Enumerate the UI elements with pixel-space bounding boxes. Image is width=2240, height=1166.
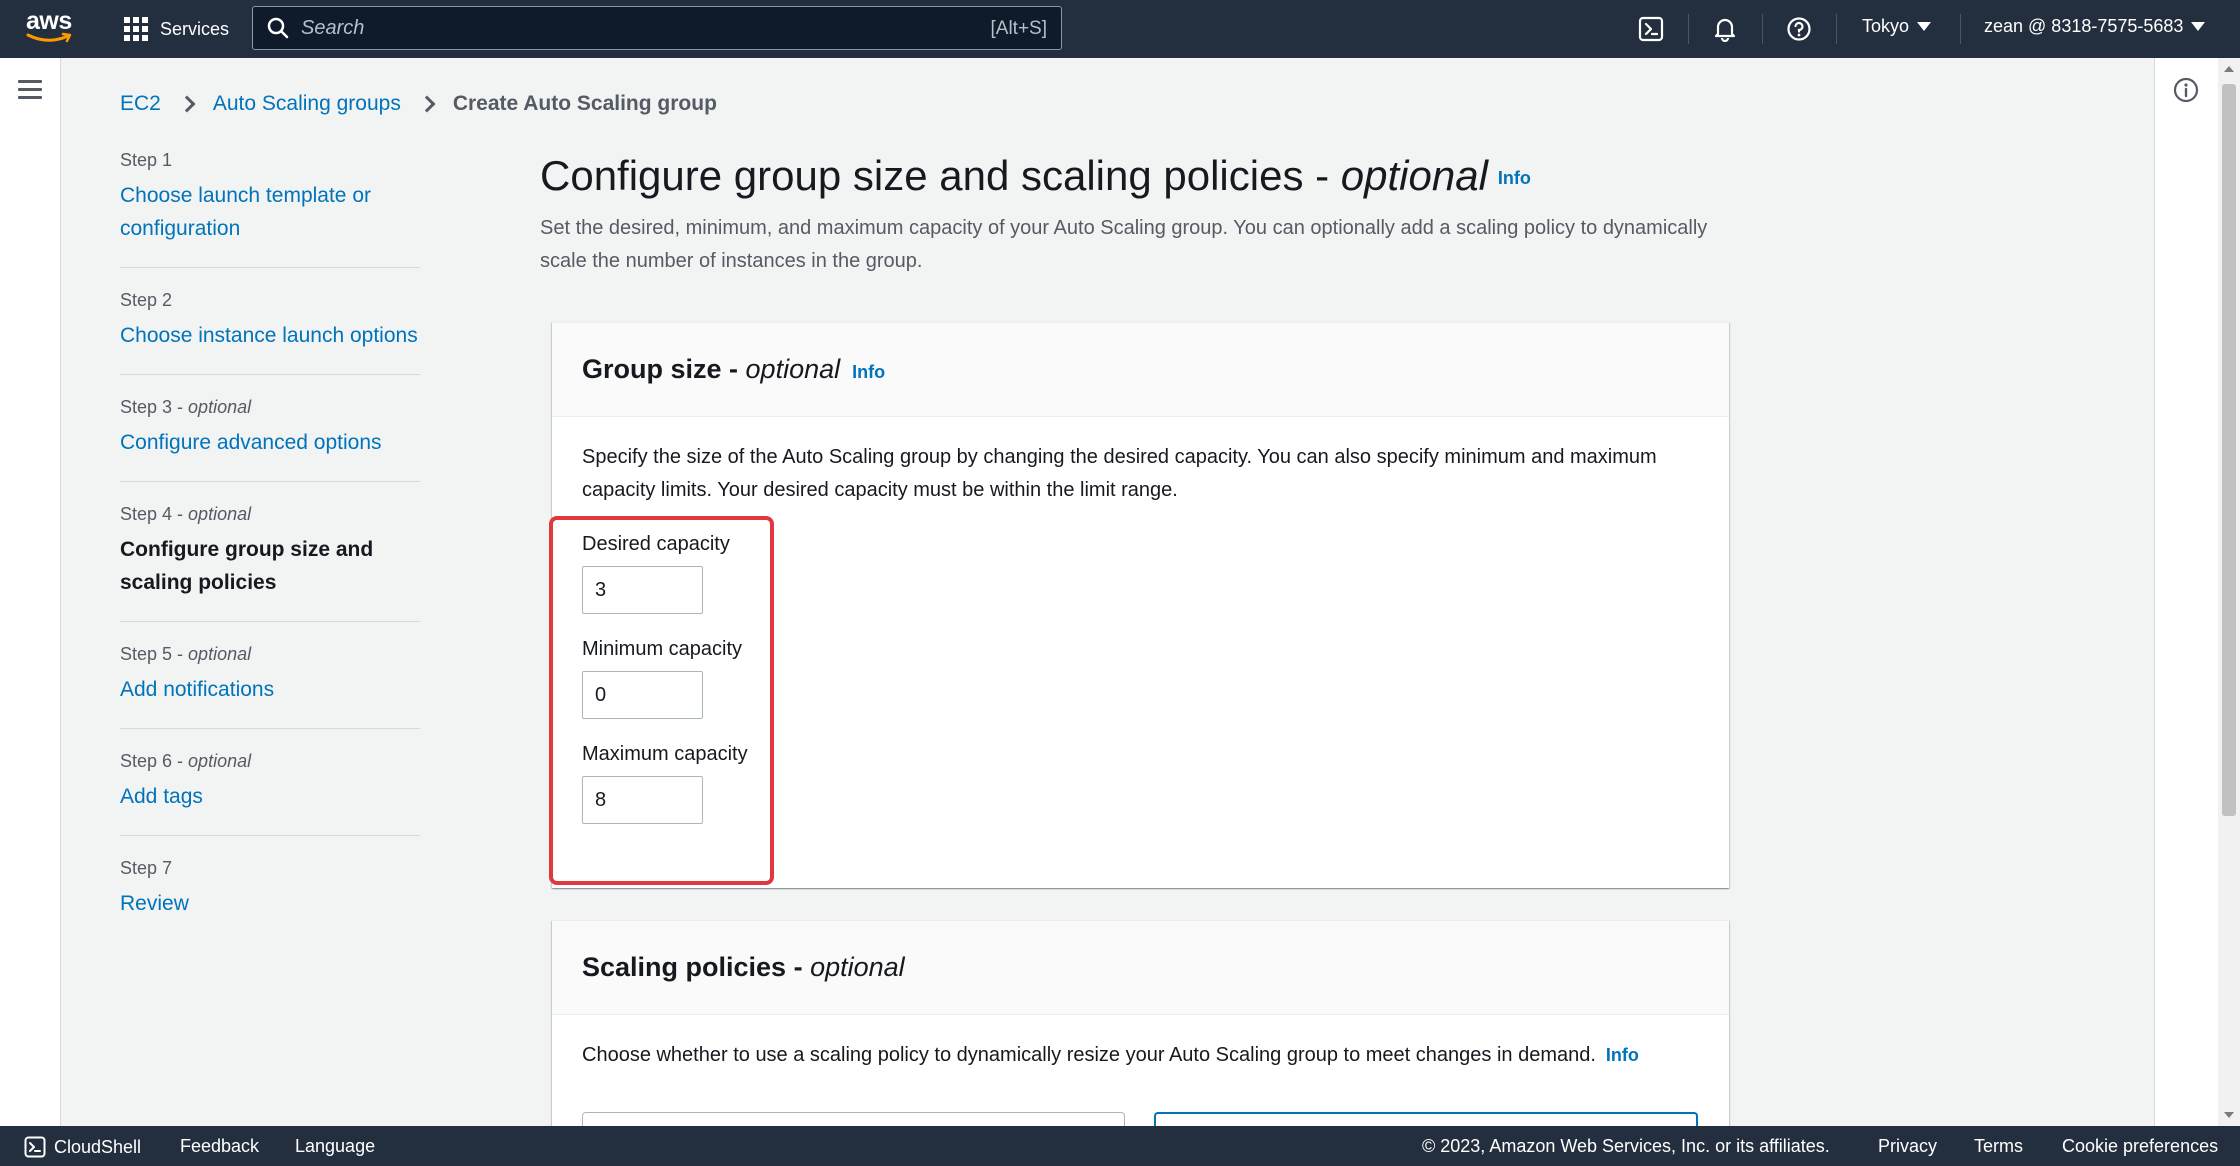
step-2: Step 2 Choose instance launch options bbox=[120, 290, 420, 375]
footer-feedback[interactable]: Feedback bbox=[180, 1136, 259, 1157]
footer-language[interactable]: Language bbox=[295, 1136, 375, 1157]
region-selector[interactable]: Tokyo bbox=[1862, 16, 1932, 37]
scaling-policies-header: Scaling policies - optional bbox=[552, 921, 1729, 1015]
page-title: Configure group size and scaling policie… bbox=[540, 152, 1531, 199]
scroll-up-icon[interactable] bbox=[2224, 66, 2234, 72]
scaling-option-tile[interactable] bbox=[582, 1112, 1125, 1126]
search-shortcut-hint: [Alt+S] bbox=[990, 18, 1048, 39]
step-number: Step 4 - optional bbox=[120, 504, 252, 524]
group-size-header: Group size - optional Info bbox=[552, 323, 1729, 417]
step-link-advanced-options[interactable]: Configure advanced options bbox=[120, 426, 420, 459]
footer: CloudShell Feedback Language © 2023, Ama… bbox=[0, 1126, 2240, 1166]
caret-down-icon bbox=[1917, 22, 1932, 31]
minimum-capacity-field: Minimum capacity bbox=[582, 638, 1699, 719]
search-bar[interactable]: [Alt+S] bbox=[252, 6, 1062, 50]
right-rail bbox=[2154, 58, 2218, 1126]
services-label: Services bbox=[160, 18, 230, 39]
footer-cookie-preferences[interactable]: Cookie preferences bbox=[2062, 1136, 2218, 1157]
terminal-icon bbox=[1638, 16, 1664, 42]
region-label: Tokyo bbox=[1862, 16, 1910, 36]
desired-capacity-field: Desired capacity bbox=[582, 533, 1699, 614]
chevron-right-icon bbox=[418, 95, 436, 113]
step-number: Step 2 bbox=[120, 290, 173, 310]
footer-privacy[interactable]: Privacy bbox=[1878, 1136, 1937, 1157]
step-4: Step 4 - optional Configure group size a… bbox=[120, 504, 420, 622]
page-info-link[interactable]: Info bbox=[1498, 168, 1531, 188]
page-scrollbar[interactable] bbox=[2218, 58, 2240, 1126]
group-size-description: Specify the size of the Auto Scaling gro… bbox=[582, 446, 1657, 501]
step-link-tags[interactable]: Add tags bbox=[120, 780, 420, 813]
left-rail bbox=[0, 58, 61, 1126]
step-link-review[interactable]: Review bbox=[120, 887, 420, 920]
account-label: zean @ 8318-7575-5683 bbox=[1984, 16, 2184, 36]
group-size-title: Group size - optional bbox=[582, 354, 841, 384]
step-number: Step 7 bbox=[120, 858, 173, 878]
top-navigation: aws Services [Alt+S] bbox=[0, 0, 2240, 58]
step-number: Step 3 - optional bbox=[120, 397, 252, 417]
breadcrumb-ec2[interactable]: EC2 bbox=[120, 92, 161, 116]
scaling-policies-title: Scaling policies - optional bbox=[582, 952, 905, 982]
nav-divider bbox=[1688, 14, 1689, 44]
footer-terms[interactable]: Terms bbox=[1974, 1136, 2023, 1157]
help-button[interactable] bbox=[1784, 14, 1814, 44]
maximum-capacity-label: Maximum capacity bbox=[582, 743, 748, 765]
search-icon bbox=[267, 17, 289, 39]
breadcrumb-current: Create Auto Scaling group bbox=[452, 92, 717, 115]
step-3: Step 3 - optional Configure advanced opt… bbox=[120, 397, 420, 482]
step-6: Step 6 - optional Add tags bbox=[120, 751, 420, 836]
aws-logo[interactable]: aws bbox=[26, 8, 76, 48]
footer-copyright: © 2023, Amazon Web Services, Inc. or its… bbox=[1422, 1136, 1830, 1156]
group-size-info-link[interactable]: Info bbox=[852, 362, 885, 383]
maximum-capacity-field: Maximum capacity bbox=[582, 743, 1699, 824]
minimum-capacity-input[interactable] bbox=[582, 671, 703, 719]
bell-icon bbox=[1714, 18, 1736, 42]
page-description: Set the desired, minimum, and maximum ca… bbox=[540, 217, 1708, 272]
chevron-right-icon bbox=[178, 95, 196, 113]
aws-logo-text: aws bbox=[26, 7, 72, 35]
nav-divider bbox=[1836, 14, 1837, 44]
menu-icon[interactable] bbox=[18, 80, 42, 100]
cloudshell-button[interactable] bbox=[1636, 14, 1666, 44]
group-size-panel: Group size - optional Info Specify the s… bbox=[552, 322, 1729, 888]
scroll-down-icon[interactable] bbox=[2224, 1112, 2234, 1118]
step-7: Step 7 Review bbox=[120, 858, 420, 942]
maximum-capacity-input[interactable] bbox=[582, 776, 703, 824]
caret-down-icon bbox=[2191, 22, 2206, 31]
footer-cloudshell[interactable]: CloudShell bbox=[24, 1136, 141, 1158]
account-menu[interactable]: zean @ 8318-7575-5683 bbox=[1984, 16, 2206, 37]
scaling-policies-panel: Scaling policies - optional Choose wheth… bbox=[552, 920, 1729, 1126]
step-link-launch-template[interactable]: Choose launch template or configuration bbox=[120, 179, 420, 245]
minimum-capacity-label: Minimum capacity bbox=[582, 638, 743, 660]
scaling-policies-info-link[interactable]: Info bbox=[1606, 1045, 1639, 1065]
step-number: Step 6 - optional bbox=[120, 751, 252, 771]
step-current-group-size: Configure group size and scaling policie… bbox=[120, 538, 374, 594]
breadcrumb-auto-scaling-groups[interactable]: Auto Scaling groups bbox=[213, 92, 401, 116]
scaling-policies-description: Choose whether to use a scaling policy t… bbox=[582, 1044, 1639, 1066]
search-input[interactable] bbox=[301, 16, 941, 40]
step-link-notifications[interactable]: Add notifications bbox=[120, 673, 420, 706]
desired-capacity-input[interactable] bbox=[582, 566, 703, 614]
step-1: Step 1 Choose launch template or configu… bbox=[120, 150, 420, 268]
step-link-instance-launch-options[interactable]: Choose instance launch options bbox=[120, 319, 420, 352]
nav-divider bbox=[1960, 14, 1961, 44]
info-panel-icon[interactable] bbox=[2172, 76, 2200, 104]
services-menu-button[interactable]: Services bbox=[124, 14, 229, 44]
nav-divider bbox=[1762, 14, 1763, 44]
step-5: Step 5 - optional Add notifications bbox=[120, 644, 420, 729]
step-number: Step 1 bbox=[120, 150, 173, 170]
wizard-steps: Step 1 Choose launch template or configu… bbox=[120, 150, 420, 964]
step-number: Step 5 - optional bbox=[120, 644, 252, 664]
scaling-option-tile-selected[interactable] bbox=[1154, 1112, 1698, 1126]
breadcrumb: EC2 Auto Scaling groups Create Auto Scal… bbox=[120, 92, 717, 116]
terminal-icon bbox=[24, 1136, 46, 1158]
grid-icon bbox=[124, 17, 148, 41]
notifications-button[interactable] bbox=[1710, 14, 1740, 44]
scrollbar-thumb[interactable] bbox=[2222, 84, 2236, 816]
desired-capacity-label: Desired capacity bbox=[582, 533, 730, 555]
help-icon bbox=[1787, 17, 1811, 41]
